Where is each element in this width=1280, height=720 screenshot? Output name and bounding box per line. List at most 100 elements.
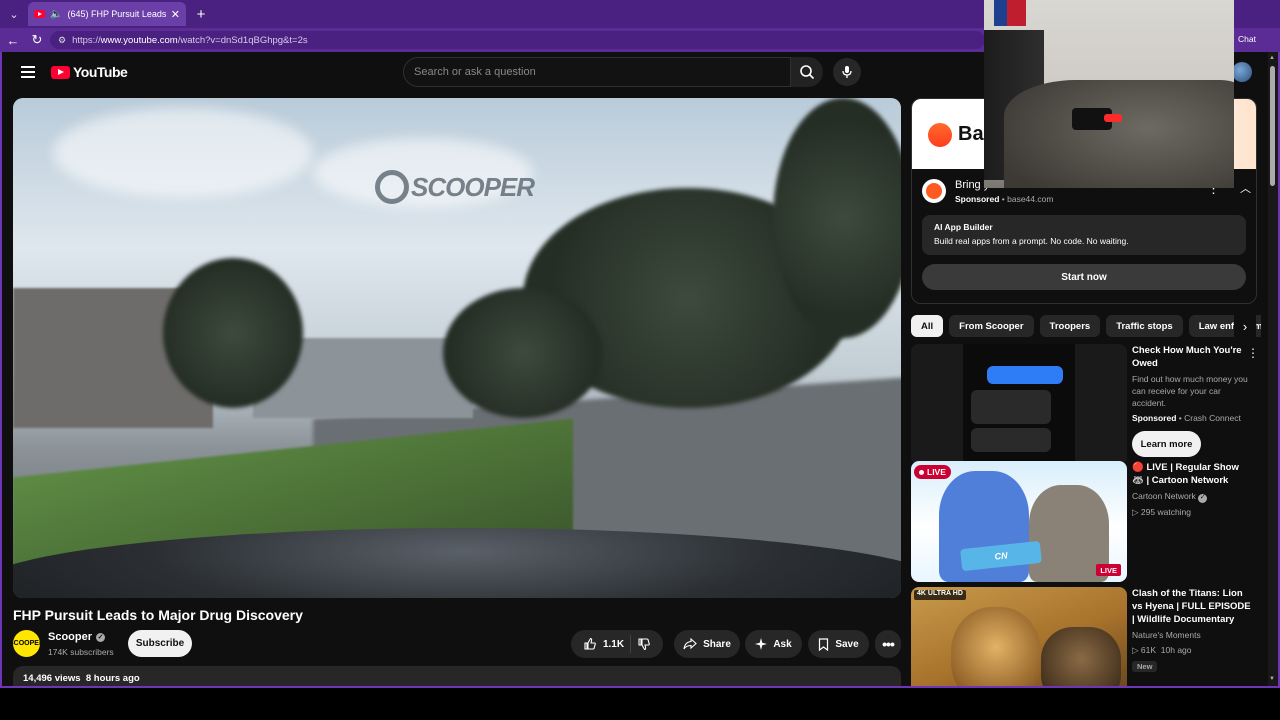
advertiser-icon[interactable]	[922, 179, 946, 203]
rec-thumbnail[interactable]: CN LIVE LIVE	[911, 461, 1127, 582]
learn-more-button[interactable]: Learn more	[1132, 431, 1201, 457]
rec-channel-name[interactable]: Cartoon Network	[1132, 491, 1196, 501]
ask-label: Ask	[773, 638, 792, 650]
account-avatar[interactable]	[1232, 62, 1252, 82]
thumbs-down-icon[interactable]	[637, 637, 651, 651]
tree	[163, 258, 303, 408]
like-count: 1.1K	[602, 638, 625, 650]
live-watching-icon: ▷	[1132, 506, 1139, 517]
chip-from-scooper[interactable]: From Scooper	[949, 315, 1034, 337]
ad-domain: base44.com	[1007, 194, 1054, 204]
lion-figure	[951, 607, 1041, 686]
phone-screenshot	[963, 344, 1075, 465]
channel-name[interactable]: Scooper ✓	[48, 631, 106, 643]
search-icon	[800, 65, 815, 80]
speaker-icon[interactable]: 🔈	[50, 9, 62, 20]
share-label: Share	[703, 638, 731, 650]
more-horizontal-icon: •••	[882, 636, 895, 652]
browser-tab[interactable]: 🔈 (645) FHP Pursuit Leads to M ✕	[28, 2, 186, 26]
taskbar	[0, 688, 1280, 720]
thumbs-up-icon	[584, 637, 596, 650]
new-tab-button[interactable]: +	[192, 4, 210, 24]
back-icon[interactable]: ←	[4, 31, 22, 49]
save-button[interactable]: Save	[808, 630, 869, 658]
ad-collapse-icon[interactable]: ︿	[1240, 180, 1251, 196]
ad-cta-button[interactable]: Start now	[922, 264, 1246, 290]
scrollbar-thumb[interactable]	[1270, 66, 1275, 186]
hamburger-menu-icon[interactable]	[21, 66, 35, 78]
ad-sponsored-label: Sponsored	[955, 194, 1000, 204]
uhd-badge: 4K ULTRA HD	[914, 590, 966, 600]
verified-icon: ✓	[96, 632, 106, 642]
video-player[interactable]: SCOOPER	[13, 98, 901, 598]
reload-icon[interactable]: ↻	[28, 31, 46, 49]
page-scrollbar[interactable]: ▲ ▼	[1268, 52, 1278, 686]
list-item[interactable]: CN LIVE LIVE 🔴 LIVE | Regular Show 🦝 | C…	[911, 461, 1261, 582]
subscriber-count: 174K subscribers	[48, 647, 114, 657]
youtube-favicon-icon	[34, 10, 45, 18]
like-button[interactable]: 1.1K	[583, 637, 624, 651]
subscribe-button[interactable]: Subscribe	[128, 630, 192, 657]
url-text: https://www.youtube.com/watch?v=dnSd1qBG…	[72, 34, 308, 46]
rec-sponsor: Sponsored • Crash Connect	[1132, 413, 1241, 423]
list-item[interactable]: Check How Much You're Owed Find out how …	[911, 344, 1261, 465]
tree	[443, 288, 603, 418]
chip-troopers[interactable]: Troopers	[1039, 315, 1101, 337]
chat-button[interactable]: Chat	[1238, 34, 1256, 44]
new-badge: New	[1132, 661, 1158, 672]
close-tab-icon[interactable]: ✕	[171, 8, 180, 21]
rec-views-date: 61K 10h ago	[1140, 645, 1192, 655]
rec-channel[interactable]: Nature's Moments	[1132, 629, 1252, 641]
rec-meta: ▷ 61K 10h ago	[1132, 644, 1252, 656]
microphone-icon	[842, 66, 852, 78]
search-button[interactable]	[791, 57, 823, 87]
share-icon	[683, 638, 697, 650]
ad-desc-text: Build real apps from a prompt. No code. …	[934, 236, 1129, 246]
more-vertical-icon[interactable]: ⋮	[1247, 346, 1259, 360]
youtube-wordmark: YouTube	[73, 64, 128, 80]
video-title: FHP Pursuit Leads to Major Drug Discover…	[13, 607, 303, 623]
channel-name-text[interactable]: Scooper	[48, 631, 92, 643]
site-info-icon[interactable]: ⚙	[58, 35, 66, 46]
play-icon: ▷	[1132, 645, 1139, 655]
chip-traffic-stops[interactable]: Traffic stops	[1106, 315, 1183, 337]
voice-search-button[interactable]	[833, 58, 861, 86]
list-item[interactable]: 4K ULTRA HD Clash of the Titans: Lion vs…	[911, 587, 1261, 686]
webcam-overlay	[984, 0, 1234, 188]
like-divider	[630, 635, 632, 653]
address-bar[interactable]: ⚙ https://www.youtube.com/watch?v=dnSd1q…	[50, 31, 985, 49]
rec-thumbnail[interactable]	[911, 344, 1127, 465]
live-badge-text: LIVE	[927, 467, 946, 477]
tab-search-dropdown[interactable]: ⌄	[4, 4, 24, 24]
scooper-watermark: SCOOPER	[375, 170, 535, 204]
chip-all[interactable]: All	[911, 315, 944, 337]
rec-advertiser: Crash Connect	[1184, 413, 1241, 423]
rec-sponsored-label: Sponsored	[1132, 413, 1177, 423]
bookmark-icon	[819, 637, 829, 651]
search-input[interactable]	[414, 66, 790, 78]
youtube-logo[interactable]: YouTube	[51, 64, 128, 80]
views-and-date: 14,496 views 8 hours ago	[23, 673, 140, 684]
search-box[interactable]	[403, 57, 791, 87]
rec-title[interactable]: Clash of the Titans: Lion vs Hyena | FUL…	[1132, 587, 1252, 626]
share-button[interactable]: Share	[674, 630, 740, 658]
live-badge: LIVE	[914, 465, 951, 479]
live-dot-icon	[919, 469, 924, 475]
ad-desc-title: AI App Builder	[934, 222, 993, 232]
rec-info: 🔴 LIVE | Regular Show 🦝 | Cartoon Networ…	[1132, 461, 1252, 518]
chevron-right-icon[interactable]: ›	[1234, 315, 1256, 337]
rec-thumbnail[interactable]: 4K ULTRA HD	[911, 587, 1127, 686]
youtube-play-icon	[51, 65, 70, 79]
rec-title[interactable]: Check How Much You're Owed	[1132, 344, 1252, 370]
description-box[interactable]: 14,496 views 8 hours ago	[13, 666, 901, 686]
scroll-down-icon[interactable]: ▼	[1269, 676, 1275, 682]
rec-title[interactable]: 🔴 LIVE | Regular Show 🦝 | Cartoon Networ…	[1132, 461, 1252, 487]
channel-avatar[interactable]: SCOOPER	[13, 630, 40, 657]
ad-description: AI App Builder Build real apps from a pr…	[922, 215, 1246, 255]
cloud	[53, 108, 313, 198]
webcam-device	[1072, 108, 1122, 130]
hyena-figure	[1041, 627, 1121, 686]
scroll-up-icon[interactable]: ▲	[1269, 55, 1275, 61]
ask-button[interactable]: Ask	[745, 630, 802, 658]
more-actions-button[interactable]: •••	[875, 630, 901, 658]
